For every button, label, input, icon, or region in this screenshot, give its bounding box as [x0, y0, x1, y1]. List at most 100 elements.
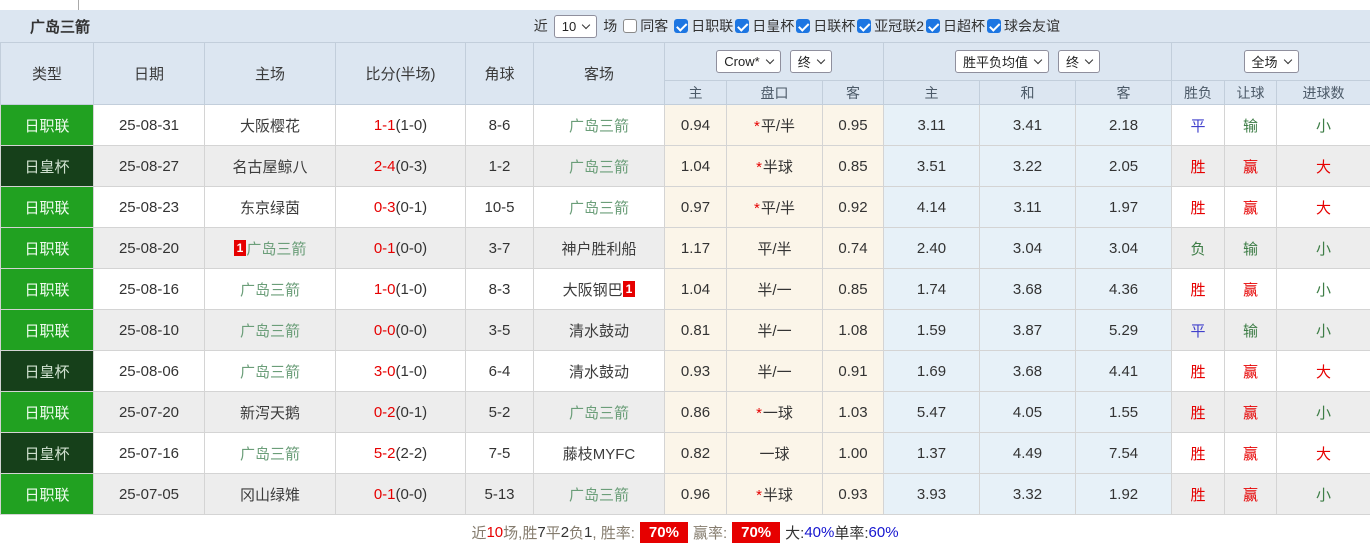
league-filter-checkbox[interactable]: 亚冠联2	[857, 16, 926, 36]
bookmaker-select[interactable]: Crow*	[716, 50, 780, 73]
league-filter-label[interactable]: 日超杯	[943, 16, 985, 36]
result-outcome: 负	[1172, 228, 1225, 269]
stats-text: 1	[584, 524, 592, 541]
focus-team-cell: 1广岛三箭	[205, 228, 336, 269]
odds-home-win: 3.11	[884, 105, 980, 146]
odds-home-win: 1.59	[884, 310, 980, 351]
league-filter-checkbox[interactable]: 球会友谊	[987, 16, 1062, 36]
score-cell: 3-0(1-0)	[336, 351, 466, 392]
checkbox-checked-icon[interactable]	[857, 19, 871, 33]
handicap-home-odds: 0.93	[665, 351, 727, 392]
checkbox-checked-icon[interactable]	[987, 19, 1001, 33]
league-badge: 日职联	[1, 187, 94, 228]
checkbox-checked-icon[interactable]	[735, 19, 749, 33]
result-scope-select[interactable]: 全场	[1244, 50, 1299, 73]
team-name-link[interactable]: 广岛三箭	[569, 118, 629, 135]
league-filter-checkbox[interactable]: 日皇杯	[735, 16, 796, 36]
league-filter-checkbox[interactable]: 日职联	[674, 16, 735, 36]
result-outcome: 平	[1172, 105, 1225, 146]
odds-draw: 3.32	[980, 474, 1076, 515]
handicap-line: 半/一	[727, 310, 823, 351]
team-name-link[interactable]: 清水鼓动	[569, 364, 629, 381]
stats-text: 7	[537, 524, 545, 541]
match-row: 日职联25-07-20新泻天鹅0-2(0-1)5-2广岛三箭0.86*一球1.0…	[1, 392, 1370, 433]
handicap-home-odds: 0.96	[665, 474, 727, 515]
result-goals: 小	[1277, 228, 1370, 269]
focus-team-cell: 广岛三箭	[205, 433, 336, 474]
corners-cell: 5-13	[466, 474, 534, 515]
handicap-home-odds: 0.81	[665, 310, 727, 351]
col-header-score: 比分(半场)	[336, 43, 466, 105]
subheader-hcp-away: 客	[823, 81, 884, 105]
team-name-link[interactable]: 冈山绿雉	[240, 487, 300, 504]
odds-draw: 3.22	[980, 146, 1076, 187]
team-name-link[interactable]: 新泻天鹅	[240, 405, 300, 422]
team-name-link[interactable]: 大阪樱花	[240, 118, 300, 135]
handicap-line-text: 平/半	[761, 200, 795, 217]
same-away-checkbox[interactable]: 同客	[623, 16, 670, 36]
match-row: 日职联25-08-201广岛三箭0-1(0-0)3-7神户胜利船1.17平/半0…	[1, 228, 1370, 269]
checkbox-checked-icon[interactable]	[674, 19, 688, 33]
result-outcome: 平	[1172, 310, 1225, 351]
col-header-away: 客场	[534, 43, 665, 105]
league-filter-label[interactable]: 日皇杯	[752, 16, 794, 36]
league-badge: 日职联	[1, 105, 94, 146]
team-name-link[interactable]: 广岛三箭	[569, 159, 629, 176]
team-name-link[interactable]: 名古屋鲸八	[232, 159, 307, 176]
team-name-link[interactable]: 大阪钢巴	[563, 282, 623, 299]
focus-team-cell: 广岛三箭	[534, 474, 665, 515]
team-name-link[interactable]: 东京绿茵	[240, 200, 300, 217]
result-handicap: 赢	[1225, 433, 1277, 474]
score-cell: 2-4(0-3)	[336, 146, 466, 187]
odds-away-win: 1.92	[1076, 474, 1172, 515]
asia-period-select[interactable]: 终	[790, 50, 832, 73]
rank-badge: 1	[623, 281, 636, 297]
league-filter-label[interactable]: 亚冠联2	[874, 16, 924, 36]
team-name-link[interactable]: 神户胜利船	[561, 241, 636, 258]
same-away-label[interactable]: 同客	[640, 16, 668, 36]
handicap-away-odds: 1.08	[823, 310, 884, 351]
recent-count-select[interactable]: 10	[554, 15, 597, 38]
opponent-team-cell: 神户胜利船	[534, 228, 665, 269]
handicap-away-odds: 0.93	[823, 474, 884, 515]
star-icon: *	[754, 200, 760, 217]
chevron-down-icon	[582, 20, 590, 28]
focus-team-cell: 广岛三箭	[534, 392, 665, 433]
halftime-score: (1-0)	[396, 363, 428, 380]
league-filter-checkbox[interactable]: 日联杯	[796, 16, 857, 36]
team-name-link[interactable]: 广岛三箭	[569, 487, 629, 504]
team-name-link[interactable]: 清水鼓动	[569, 323, 629, 340]
wdl-odds-select[interactable]: 胜平负均值	[955, 50, 1049, 73]
rank-badge: 1	[234, 240, 247, 256]
team-name-link[interactable]: 广岛三箭	[569, 200, 629, 217]
league-filter-label[interactable]: 日职联	[691, 16, 733, 36]
handicap-home-odds: 1.17	[665, 228, 727, 269]
checkbox-unchecked-icon[interactable]	[623, 19, 637, 33]
halftime-score: (1-0)	[396, 281, 428, 298]
checkbox-checked-icon[interactable]	[926, 19, 940, 33]
team-name-link[interactable]: 广岛三箭	[246, 241, 306, 258]
halftime-score: (0-0)	[396, 322, 428, 339]
stats-text: 单率:	[834, 522, 868, 543]
team-name-link[interactable]: 广岛三箭	[240, 364, 300, 381]
europe-period-select[interactable]: 终	[1058, 50, 1100, 73]
fulltime-score: 1-1	[374, 117, 396, 134]
match-row: 日皇杯25-08-06广岛三箭3-0(1-0)6-4清水鼓动0.93半/一0.9…	[1, 351, 1370, 392]
handicap-line: *一球	[727, 392, 823, 433]
league-filter-label[interactable]: 日联杯	[813, 16, 855, 36]
league-filter-checkbox[interactable]: 日超杯	[926, 16, 987, 36]
result-outcome: 胜	[1172, 351, 1225, 392]
handicap-away-odds: 0.92	[823, 187, 884, 228]
stats-text: 近	[471, 522, 486, 543]
team-name-link[interactable]: 广岛三箭	[569, 405, 629, 422]
checkbox-checked-icon[interactable]	[796, 19, 810, 33]
league-filter-label[interactable]: 球会友谊	[1004, 16, 1060, 36]
team-name-link[interactable]: 广岛三箭	[240, 446, 300, 463]
result-handicap: 赢	[1225, 187, 1277, 228]
team-name-link[interactable]: 广岛三箭	[240, 323, 300, 340]
team-name-link[interactable]: 广岛三箭	[240, 282, 300, 299]
handicap-away-odds: 0.74	[823, 228, 884, 269]
team-name-link[interactable]: 藤枝MYFC	[563, 446, 636, 463]
result-goals: 小	[1277, 474, 1370, 515]
result-outcome: 胜	[1172, 187, 1225, 228]
